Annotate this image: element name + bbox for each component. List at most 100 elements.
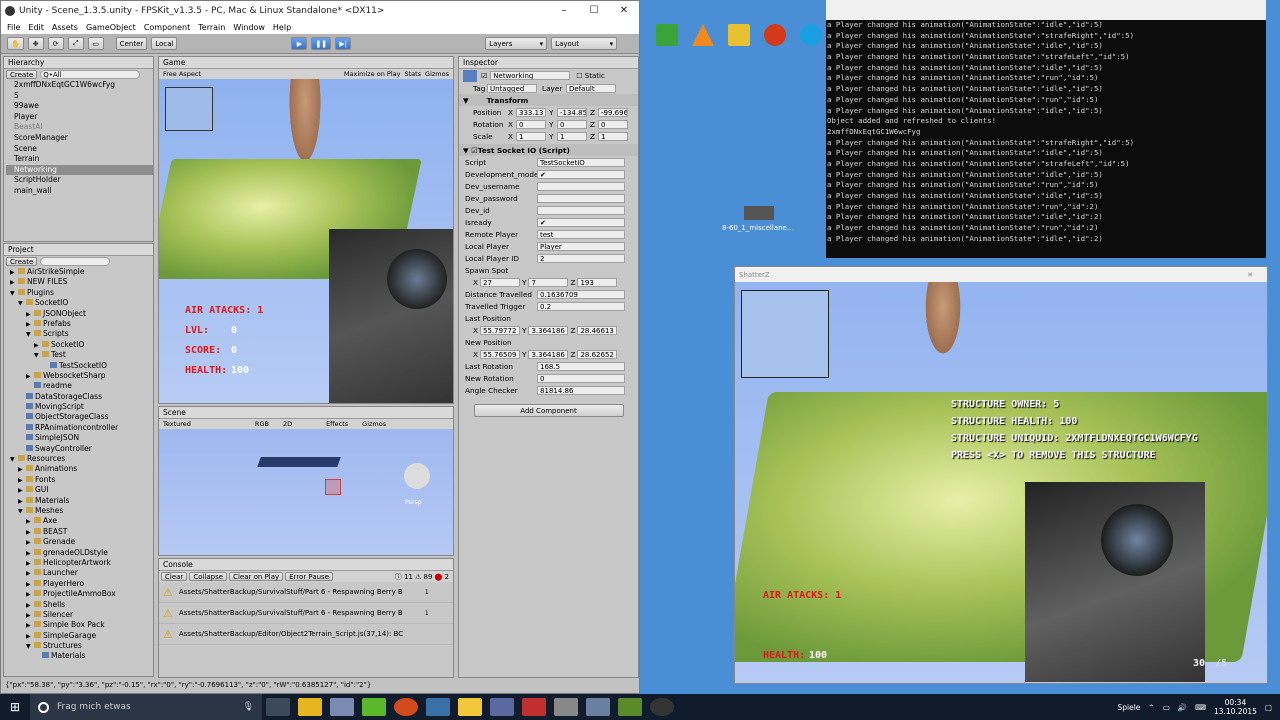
project-tree-item[interactable]: ▶ Launcher: [6, 568, 153, 578]
project-tree-item[interactable]: ▶ GUI: [6, 485, 153, 495]
menu-terrain[interactable]: Terrain: [198, 23, 225, 32]
expand-arrow-icon[interactable]: ▼: [10, 455, 18, 464]
project-tree-item[interactable]: DataStorageClass: [6, 392, 153, 402]
pivot-center-button[interactable]: Center: [115, 37, 148, 50]
console-error-pause-button[interactable]: Error Pause: [285, 572, 334, 581]
console-collapse-button[interactable]: Collapse: [189, 572, 228, 581]
project-tree-item[interactable]: ▶ BEAST: [6, 527, 153, 537]
scene-viewport[interactable]: Persp: [159, 429, 453, 555]
expand-arrow-icon[interactable]: ▶: [18, 476, 26, 485]
inspector-field-value[interactable]: 168.5: [537, 361, 625, 371]
project-search-input[interactable]: [40, 257, 111, 266]
scene-orientation-gizmo[interactable]: [404, 463, 430, 489]
language-icon[interactable]: ⌨: [1195, 703, 1206, 712]
inspector-field-value[interactable]: [537, 193, 625, 203]
rgb-dropdown[interactable]: RGB: [255, 420, 269, 428]
taskbar-app-icon-4[interactable]: [522, 698, 546, 716]
desktop-file-icon[interactable]: [744, 206, 774, 220]
project-tree-item[interactable]: SwayController: [6, 444, 153, 454]
project-tree-item[interactable]: ▶ Silencer: [6, 610, 153, 620]
firefox-icon[interactable]: [764, 24, 786, 46]
inspector-tab[interactable]: Inspector: [459, 57, 638, 69]
project-tree-item[interactable]: ▶ Materials: [6, 496, 153, 506]
expand-arrow-icon[interactable]: ▶: [26, 601, 34, 610]
error-count[interactable]: ⬤ 2: [434, 573, 449, 581]
project-tree-item[interactable]: MovingScript: [6, 402, 153, 412]
project-tree-item[interactable]: ▼ SocketIO: [6, 298, 153, 308]
tag-dropdown[interactable]: Untagged: [487, 83, 537, 93]
transform-header[interactable]: ▼ Transform: [459, 94, 638, 106]
expand-arrow-icon[interactable]: ▶: [26, 611, 34, 620]
expand-arrow-icon[interactable]: ▶: [26, 590, 34, 599]
expand-arrow-icon[interactable]: ▶: [18, 497, 26, 506]
inspector-field-value[interactable]: test: [537, 229, 625, 239]
transform-value-field[interactable]: 0: [598, 119, 628, 129]
new-pos-x-field[interactable]: 55.76509: [480, 349, 520, 359]
pivot-local-button[interactable]: Local: [151, 37, 178, 50]
project-tree-item[interactable]: ▶ Animations: [6, 464, 153, 474]
transform-value-field[interactable]: 1: [598, 131, 628, 141]
inspector-field-value[interactable]: ✔: [537, 217, 625, 227]
tray-games-label[interactable]: Spiele: [1117, 703, 1140, 712]
tools-icon[interactable]: [728, 24, 750, 46]
hierarchy-item[interactable]: Scene: [6, 144, 153, 155]
inspector-field-value[interactable]: ✔: [537, 169, 625, 179]
minimize-button[interactable]: –: [549, 5, 579, 16]
menu-help[interactable]: Help: [273, 23, 291, 32]
expand-arrow-icon[interactable]: ▼: [26, 642, 34, 651]
project-tree-item[interactable]: Materials: [6, 651, 153, 661]
expand-arrow-icon[interactable]: ▶: [34, 341, 42, 350]
hierarchy-item[interactable]: ScoreManager: [6, 133, 153, 144]
camtasia-icon[interactable]: [656, 24, 678, 46]
expand-arrow-icon[interactable]: ▶: [26, 538, 34, 547]
last-pos-x-field[interactable]: 55.79772: [480, 325, 520, 335]
console-log-entry[interactable]: ⚠ Assets/ShatterBackup/SurvivalStuff/Part…: [159, 582, 453, 603]
project-tree-item[interactable]: ▶ Axe: [6, 516, 153, 526]
stats-toggle[interactable]: Stats: [404, 70, 421, 78]
transform-value-field[interactable]: 1: [557, 131, 587, 141]
menu-component[interactable]: Component: [144, 23, 190, 32]
expand-arrow-icon[interactable]: ▶: [26, 569, 34, 578]
inspector-field-value[interactable]: 2: [537, 253, 625, 263]
hand-tool-button[interactable]: ✋: [7, 37, 24, 50]
taskbar-explorer-icon[interactable]: [458, 698, 482, 716]
volume-icon[interactable]: 🔊: [1178, 703, 1187, 712]
expand-arrow-icon[interactable]: ▶: [10, 278, 18, 287]
project-tree-item[interactable]: ▼ Plugins: [6, 288, 153, 298]
expand-arrow-icon[interactable]: ▶: [26, 528, 34, 537]
shatterz-viewport[interactable]: STRUCTURE OWNER: 5 STRUCTURE HEALTH: 100…: [735, 282, 1267, 683]
project-tree-item[interactable]: ▶ WebsocketSharp: [6, 371, 153, 381]
last-pos-z-field[interactable]: 28.46613: [577, 325, 618, 335]
skype-icon[interactable]: [800, 24, 822, 46]
new-pos-y-field[interactable]: 3.364186: [528, 349, 569, 359]
expand-arrow-icon[interactable]: ▼: [18, 299, 26, 308]
expand-arrow-icon[interactable]: ▼: [26, 330, 34, 339]
expand-arrow-icon[interactable]: ▶: [26, 517, 34, 526]
hierarchy-item[interactable]: Networking: [6, 164, 153, 176]
aspect-dropdown[interactable]: Free Aspect: [163, 70, 201, 78]
taskbar-firefox-icon[interactable]: [394, 698, 418, 716]
close-button[interactable]: ✕: [609, 5, 639, 16]
expand-arrow-icon[interactable]: ▶: [26, 621, 34, 630]
hierarchy-create-button[interactable]: Create: [6, 70, 38, 79]
start-button[interactable]: ⊞: [0, 700, 30, 714]
console-log-entry[interactable]: ⚠ Assets/ShatterBackup/SurvivalStuff/Part…: [159, 603, 453, 624]
expand-arrow-icon[interactable]: ▼: [18, 507, 26, 516]
expand-arrow-icon[interactable]: ▼: [34, 351, 42, 360]
taskbar-app-icon-2[interactable]: [330, 698, 354, 716]
project-tree-item[interactable]: ▼ Scripts: [6, 329, 153, 339]
expand-arrow-icon[interactable]: ▶: [26, 559, 34, 568]
expand-arrow-icon[interactable]: ▼: [10, 289, 18, 298]
inspector-field-value[interactable]: [537, 205, 625, 215]
project-tree-item[interactable]: ▶ Grenade: [6, 537, 153, 547]
clock[interactable]: 00:34 13.10.2015: [1214, 698, 1257, 716]
new-pos-z-field[interactable]: 28.62652: [577, 349, 618, 359]
shatterz-close-button[interactable]: ✕: [1247, 271, 1253, 279]
transform-value-field[interactable]: -134.85: [557, 107, 587, 117]
menu-assets[interactable]: Assets: [52, 23, 78, 32]
console-tab[interactable]: Console: [159, 559, 453, 571]
project-tree-item[interactable]: ▶ Shells: [6, 600, 153, 610]
spawn-y-field[interactable]: 7: [528, 277, 569, 287]
scene-gizmos-dropdown[interactable]: Gizmos: [362, 420, 386, 428]
project-tree-item[interactable]: RPAnimationcontroller: [6, 423, 153, 433]
